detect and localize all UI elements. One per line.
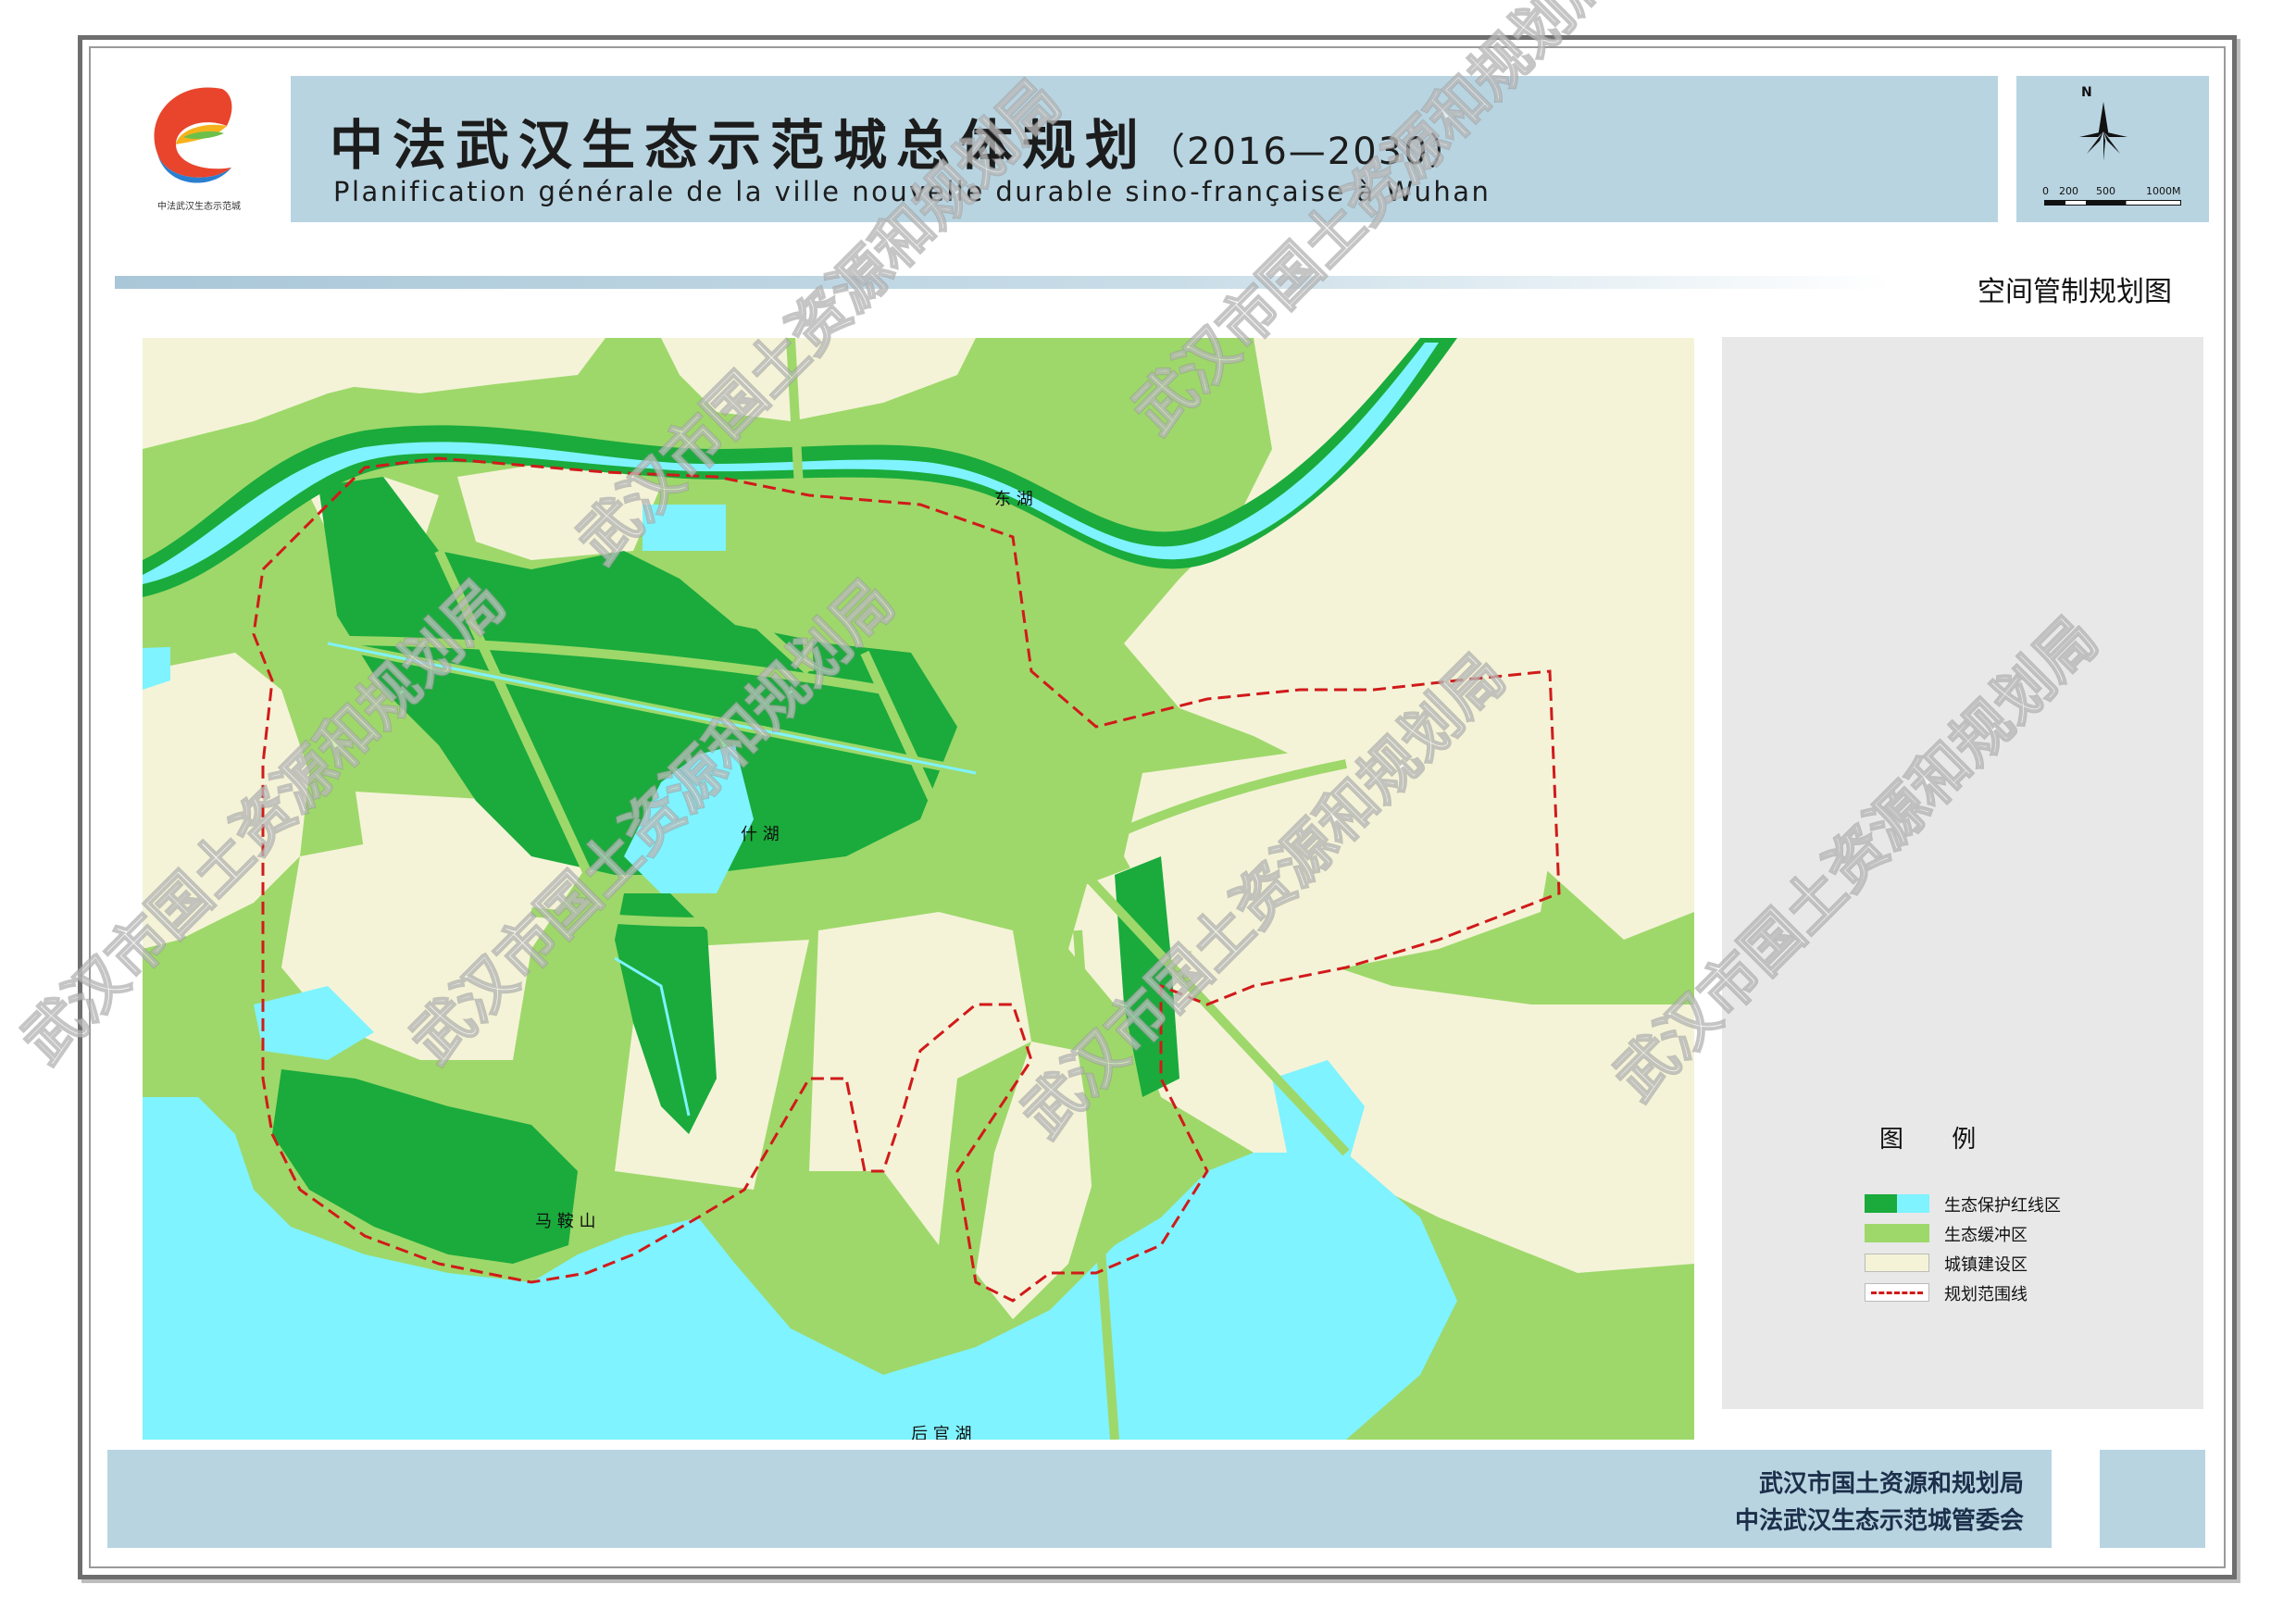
legend-swatch: [1865, 1194, 1929, 1213]
footer-panel: 武汉市国土资源和规划局 中法武汉生态示范城管委会: [107, 1450, 2052, 1548]
north-lake: [643, 505, 726, 551]
legend-swatch: [1865, 1224, 1929, 1242]
label-east-lake: 东 湖: [994, 490, 1033, 509]
label-maanshan: 马 鞍 山: [535, 1212, 596, 1231]
legend-title: 图 例: [1879, 1126, 1997, 1154]
label-shi-lake: 什 湖: [741, 825, 780, 844]
footer-org-1: 武汉市国土资源和规划局: [1758, 1470, 2024, 1498]
logo: 中法武汉生态示范城: [139, 80, 250, 218]
title-years: （2016—2030）: [1148, 131, 1468, 173]
title-french: Planification générale de la ville nouve…: [333, 176, 1491, 207]
map-canvas: [143, 338, 1694, 1440]
footer-org-2: 中法武汉生态示范城管委会: [1734, 1507, 2024, 1535]
north-label: N: [2081, 85, 2092, 100]
compass-icon: [2079, 102, 2128, 161]
scale-label: 500: [2096, 185, 2115, 197]
legend-label: 生态保护红线区: [1944, 1196, 2061, 1216]
legend-swatch: [1865, 1254, 1929, 1272]
legend-label: 生态缓冲区: [1944, 1226, 2028, 1245]
scale-label: 200: [2059, 185, 2078, 197]
page-title: 中法武汉生态示范城总体规划（2016—2030）: [330, 102, 1468, 180]
legend-swatch: [1865, 1283, 1929, 1302]
north-arrow-panel: N 0 200 500 1000M: [2016, 76, 2209, 222]
scale-bar: 0 200 500 1000M: [2042, 185, 2181, 213]
subtitle-bar: [115, 276, 1892, 289]
scale-label: 0: [2042, 185, 2049, 197]
title-chinese: 中法武汉生态示范城总体规划: [330, 114, 1149, 177]
legend-label: 规划范围线: [1944, 1285, 2028, 1304]
logo-caption: 中法武汉生态示范城: [157, 202, 241, 212]
map-subtitle: 空间管制规划图: [1978, 276, 2172, 308]
map: 什 湖 马 鞍 山 后 官 湖 东 湖: [143, 338, 1694, 1440]
scale-label: 1000M: [2146, 185, 2181, 197]
legend-panel: [1722, 337, 2203, 1409]
label-houguan-lake: 后 官 湖: [911, 1425, 972, 1440]
legend-label: 城镇建设区: [1944, 1255, 2028, 1275]
footer-side-panel: [2100, 1450, 2205, 1548]
